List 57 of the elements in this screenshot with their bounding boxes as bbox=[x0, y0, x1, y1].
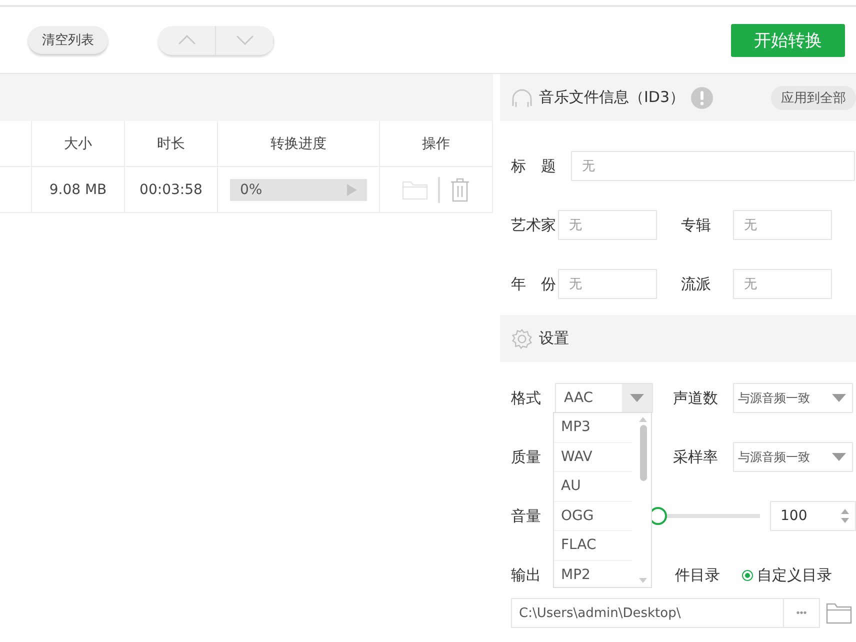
scroll-down-icon[interactable] bbox=[639, 578, 647, 583]
format-option[interactable]: WAV bbox=[554, 442, 632, 472]
scrollbar-thumb[interactable] bbox=[640, 425, 646, 481]
folder-icon[interactable] bbox=[826, 602, 852, 624]
sample-rate-label: 采样率 bbox=[673, 448, 719, 466]
field-label: 流派 bbox=[681, 274, 712, 294]
field-label: 标 题 bbox=[511, 156, 557, 176]
channels-label: 声道数 bbox=[673, 388, 719, 408]
text-field[interactable]: 无 bbox=[733, 269, 832, 299]
text-field[interactable]: 无 bbox=[733, 210, 832, 240]
format-label: 格式 bbox=[511, 388, 542, 408]
warning-icon[interactable] bbox=[690, 86, 713, 108]
channels-dropdown[interactable]: 与源音频一致 bbox=[733, 383, 853, 413]
text-field[interactable]: 无 bbox=[558, 269, 658, 299]
table-cell: 9.08 MB bbox=[31, 167, 124, 212]
column-header: 操作 bbox=[379, 121, 493, 166]
table-cell: 00:03:58 bbox=[124, 167, 217, 212]
move-up-button[interactable] bbox=[158, 26, 216, 54]
text-field[interactable]: 无 bbox=[558, 210, 658, 240]
column-header: 时长 bbox=[124, 121, 217, 166]
section-title: 设置 bbox=[539, 329, 569, 348]
sample-rate-dropdown[interactable]: 与源音频一致 bbox=[733, 442, 853, 472]
dropdown-arrow-icon bbox=[832, 453, 846, 461]
scroll-up-icon[interactable] bbox=[639, 417, 647, 422]
dropdown-arrow-icon bbox=[832, 394, 846, 402]
dropdown-arrow-icon bbox=[630, 394, 644, 402]
quality-label: 质量 bbox=[511, 448, 542, 466]
move-down-button[interactable] bbox=[216, 26, 274, 54]
column-header: 转换进度 bbox=[217, 121, 379, 166]
radio-label: 件目录 bbox=[675, 566, 720, 584]
output-label: 输出 bbox=[511, 566, 542, 584]
field-label: 艺术家 bbox=[511, 216, 557, 234]
volume-spinbox[interactable]: 100 bbox=[770, 501, 856, 531]
field-label: 年 份 bbox=[511, 274, 557, 294]
progress-text: 0% bbox=[240, 182, 264, 198]
format-option[interactable]: MP3 bbox=[554, 413, 632, 442]
spin-arrows-icon[interactable] bbox=[841, 508, 849, 524]
custom-folder-radio[interactable]: 自定义目录 bbox=[742, 566, 832, 584]
section-title: 音乐文件信息（ID3） bbox=[539, 88, 685, 107]
format-option[interactable]: FLAC bbox=[554, 531, 632, 560]
format-option[interactable]: AU bbox=[554, 472, 632, 502]
text-field[interactable]: 无 bbox=[571, 151, 855, 181]
clear-list-button[interactable]: 清空列表 bbox=[28, 26, 108, 54]
output-path-field[interactable]: C:\Users\admin\Desktop\ ••• bbox=[511, 598, 820, 628]
scrollbar[interactable] bbox=[638, 417, 648, 583]
column-header: 大小 bbox=[31, 121, 124, 166]
trash-icon[interactable] bbox=[450, 178, 470, 202]
chevron-up-icon bbox=[178, 35, 196, 45]
format-option[interactable]: OGG bbox=[554, 502, 632, 531]
chevron-down-icon bbox=[236, 35, 254, 45]
format-option[interactable]: MP2 bbox=[554, 560, 632, 587]
volume-label: 音量 bbox=[511, 506, 542, 526]
play-icon[interactable] bbox=[347, 184, 357, 196]
gear-icon bbox=[511, 328, 533, 350]
apply-to-all-button[interactable]: 应用到全部 bbox=[771, 86, 856, 110]
headphones-icon bbox=[511, 88, 533, 108]
field-label: 专辑 bbox=[681, 216, 712, 234]
